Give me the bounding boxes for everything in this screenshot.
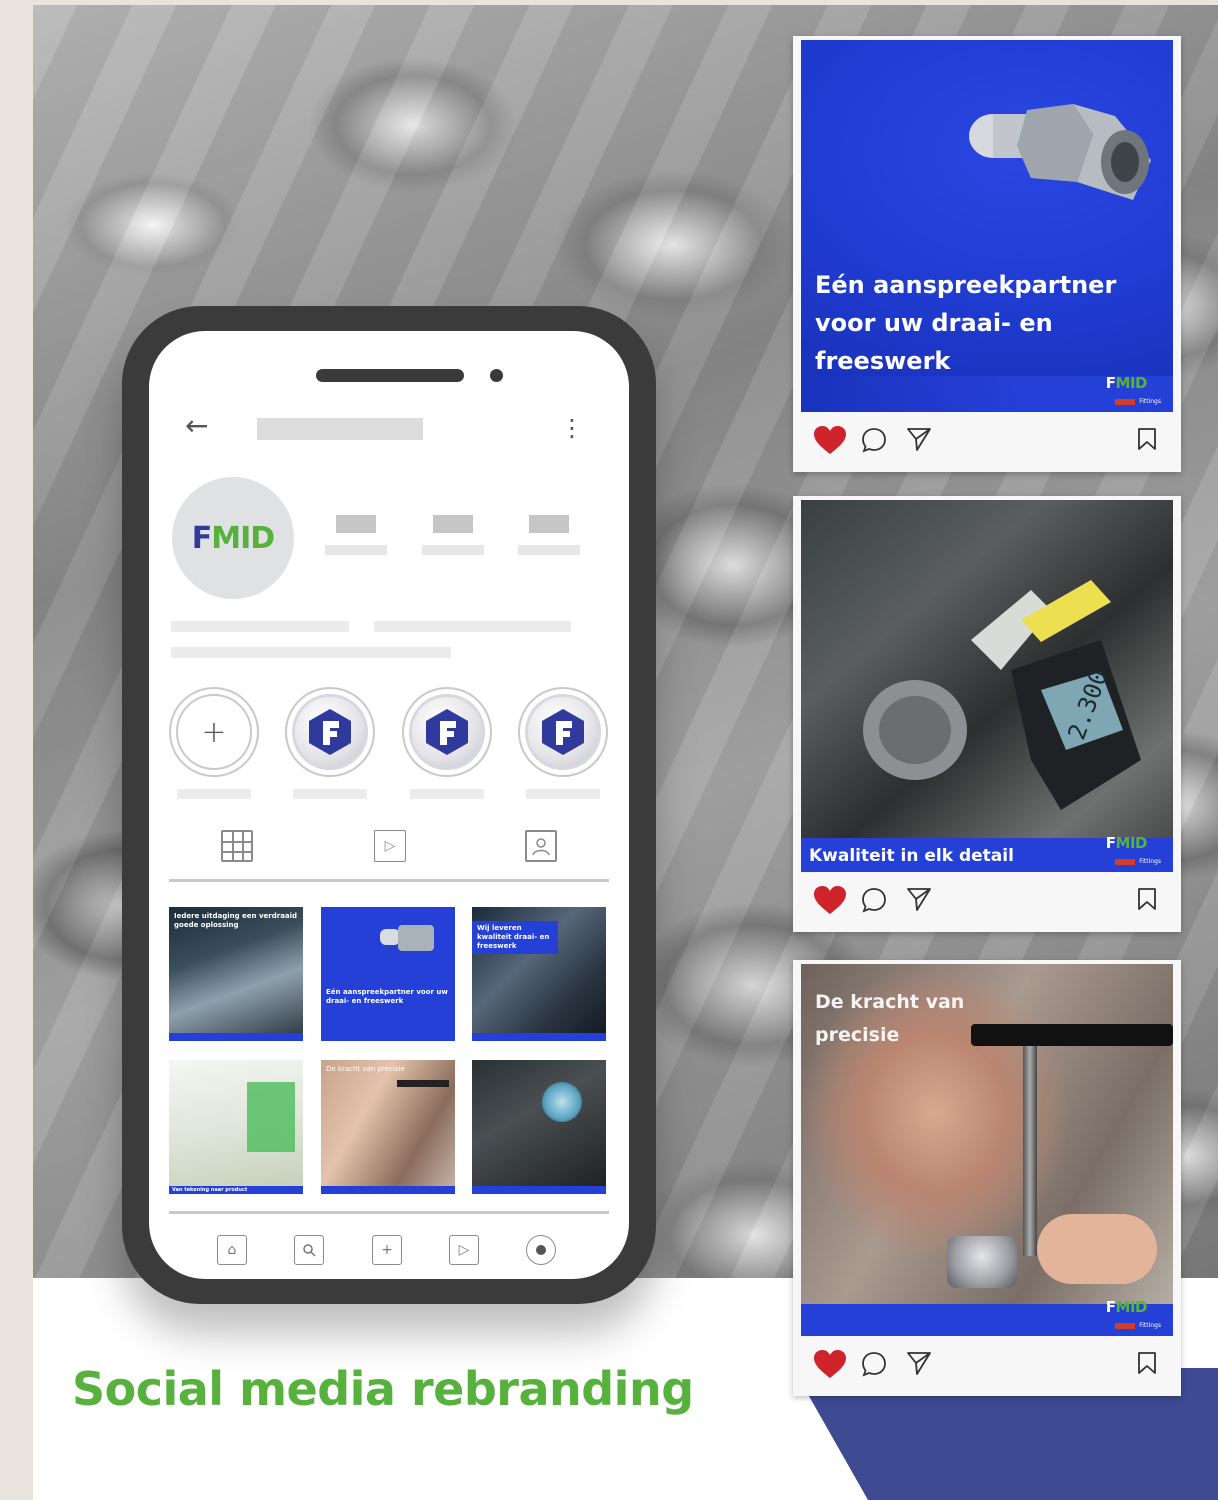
fmid-logo: FMID (1105, 1298, 1148, 1316)
comment-icon[interactable] (861, 427, 887, 453)
bio-line (171, 647, 451, 658)
instagram-post[interactable]: De kracht van precisie FMID Fittings (793, 960, 1181, 1396)
avatar[interactable]: FMID (172, 477, 294, 599)
bio-line (374, 621, 571, 632)
share-icon[interactable] (906, 1350, 932, 1376)
fmid-logo: FMID (191, 520, 275, 556)
highlight-logo-icon (292, 694, 368, 770)
stat-followers[interactable] (422, 515, 484, 555)
post-caption: Kwaliteit in elk detail (809, 846, 1014, 866)
heart-icon[interactable] (813, 1349, 847, 1379)
grid-post[interactable]: De kracht van precisie (321, 1060, 455, 1194)
share-icon[interactable] (906, 426, 932, 452)
caliper-image: 2.300 (863, 580, 1141, 810)
stat-posts[interactable] (325, 515, 387, 555)
post-caption: Eén aanspreekpartner voor uw draai- en f… (815, 271, 1117, 375)
story-highlight[interactable] (402, 687, 492, 777)
home-icon[interactable]: ⌂ (217, 1235, 247, 1265)
phone-mockup: ← ⋮ FMID + ▷ Iedere uitdaging een verdra… (122, 306, 656, 1304)
back-arrow-icon[interactable]: ← (185, 411, 221, 441)
highlight-caption (177, 789, 251, 799)
post-actions (793, 876, 1181, 926)
post-actions (793, 416, 1181, 466)
grid-post[interactable]: Wij leveren kwaliteit draai- en freeswer… (472, 907, 606, 1041)
instagram-post[interactable]: Eén aanspreekpartner voor uw draai- en f… (793, 36, 1181, 472)
phone-camera (490, 369, 503, 382)
grid-post[interactable]: Van tekening naar product (169, 1060, 303, 1194)
heart-icon[interactable] (813, 885, 847, 915)
profile-title-placeholder (257, 418, 423, 440)
tab-divider (169, 879, 609, 882)
phone-screen: ← ⋮ FMID + ▷ Iedere uitdaging een verdra… (149, 331, 629, 1279)
nav-divider (169, 1211, 609, 1214)
search-icon[interactable] (294, 1235, 324, 1265)
post-image: Eén aanspreekpartner voor uw draai- en f… (801, 40, 1173, 412)
grid-post[interactable]: Eén aanspreekpartner voor uw draai- en f… (321, 907, 455, 1041)
hand (1037, 1214, 1157, 1284)
story-highlight[interactable] (518, 687, 608, 777)
add-post-icon[interactable]: + (372, 1235, 402, 1265)
post-image: De kracht van precisie FMID Fittings (801, 964, 1173, 1336)
highlight-logo-icon (409, 694, 485, 770)
plus-icon: + (176, 694, 252, 770)
tagged-icon[interactable] (525, 830, 557, 862)
kebab-menu-icon[interactable]: ⋮ (560, 413, 584, 443)
comment-icon[interactable] (861, 887, 887, 913)
bookmark-icon[interactable] (1137, 1351, 1157, 1375)
fmid-logo: FMID (1105, 374, 1148, 392)
reels-icon[interactable]: ▷ (449, 1235, 479, 1265)
post-image: 2.300 Kwaliteit in elk detail FMID Fitti… (801, 500, 1173, 872)
highlight-caption (293, 789, 367, 799)
instagram-post[interactable]: 2.300 Kwaliteit in elk detail FMID Fitti… (793, 496, 1181, 932)
fittings-tag: Fittings (1115, 398, 1161, 405)
fitting-part-image (969, 104, 1151, 200)
metal-part (947, 1236, 1017, 1288)
new-highlight-button[interactable]: + (169, 687, 259, 777)
reels-icon[interactable]: ▷ (374, 830, 406, 862)
post-actions (793, 1340, 1181, 1390)
post-caption: De kracht van precisie (815, 991, 965, 1046)
share-icon[interactable] (906, 886, 932, 912)
heart-icon[interactable] (813, 425, 847, 455)
profile-icon[interactable] (526, 1235, 556, 1265)
fittings-tag: Fittings (1115, 858, 1161, 865)
headline: Social media rebranding (72, 1362, 694, 1416)
comment-icon[interactable] (861, 1351, 887, 1377)
stat-following[interactable] (518, 515, 580, 555)
highlight-caption (526, 789, 600, 799)
grid-post[interactable]: Iedere uitdaging een verdraaid goede opl… (169, 907, 303, 1041)
bookmark-icon[interactable] (1137, 887, 1157, 911)
bookmark-icon[interactable] (1137, 427, 1157, 451)
bio-line (171, 621, 349, 632)
grid-icon[interactable] (221, 830, 253, 862)
phone-speaker (316, 369, 464, 382)
fmid-logo: FMID (1105, 834, 1148, 852)
fittings-tag: Fittings (1115, 1322, 1161, 1329)
grid-post[interactable] (472, 1060, 606, 1194)
story-highlight[interactable] (285, 687, 375, 777)
probe-stem (1023, 1046, 1037, 1256)
highlight-logo-icon (525, 694, 601, 770)
highlight-caption (410, 789, 484, 799)
